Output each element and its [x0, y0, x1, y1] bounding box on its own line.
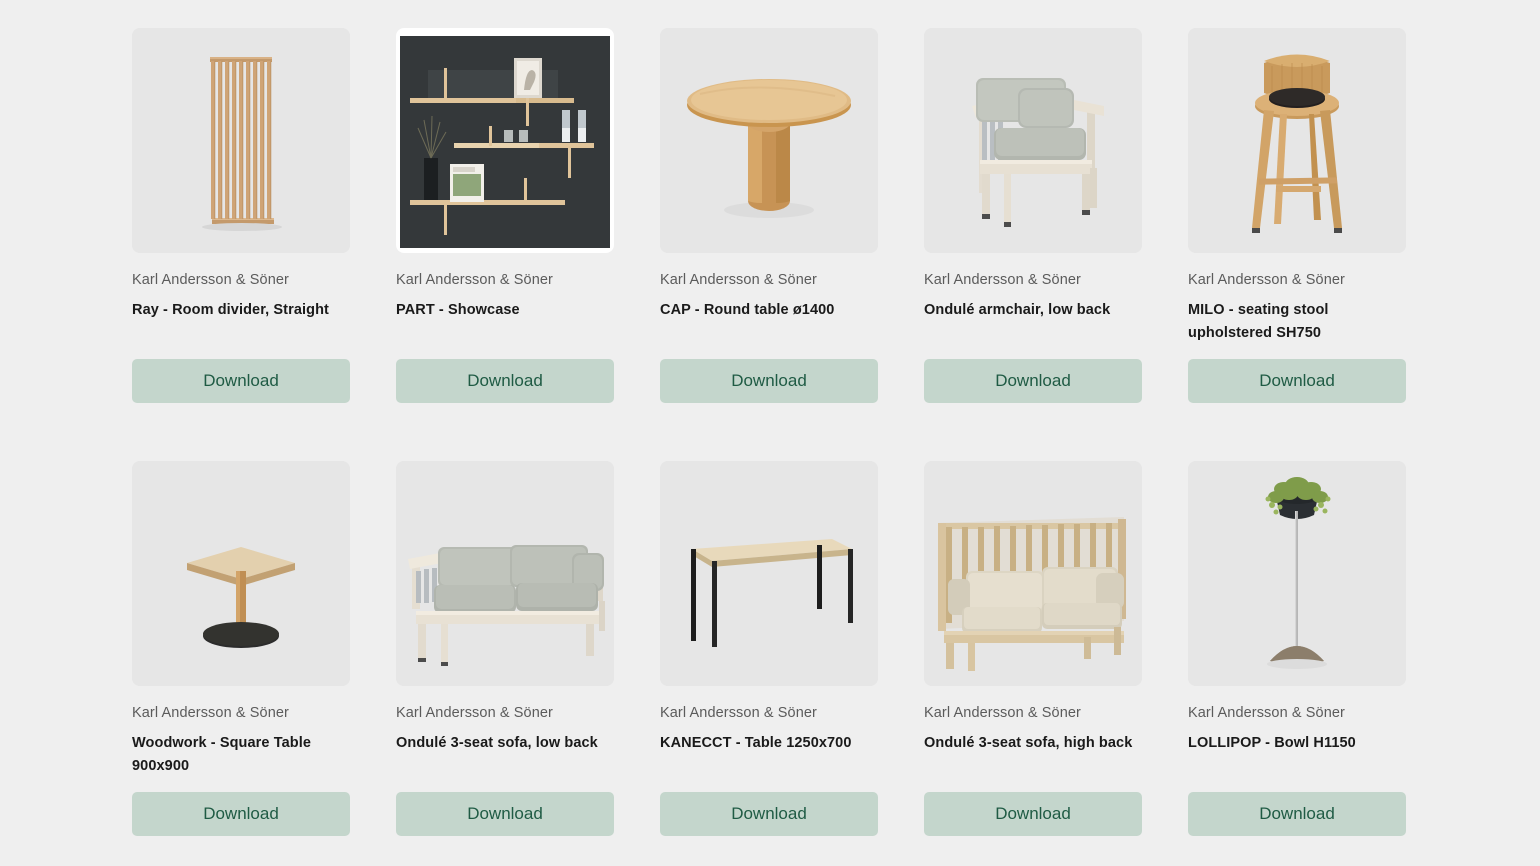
product-card: Karl Andersson & Söner KANECCT - Table 1…	[660, 461, 878, 837]
square-table-icon	[132, 461, 350, 687]
download-button[interactable]: Download	[132, 359, 350, 404]
product-brand: Karl Andersson & Söner	[396, 272, 553, 288]
product-image-ondule-sofa-low[interactable]	[396, 461, 614, 687]
product-title: Ray - Room divider, Straight	[132, 301, 329, 318]
download-button[interactable]: Download	[1188, 792, 1406, 837]
product-title: Ondulé armchair, low back	[924, 301, 1111, 318]
product-image-ondule-sofa-high[interactable]	[924, 461, 1142, 687]
product-brand: Karl Andersson & Söner	[660, 272, 817, 288]
round-table-icon	[660, 28, 878, 253]
product-card: Karl Andersson & Söner MILO - seating st…	[1188, 28, 1406, 404]
download-button[interactable]: Download	[1188, 359, 1406, 404]
plant-bowl-stand-icon	[1188, 461, 1406, 687]
product-card: Karl Andersson & Söner PART - Showcase D…	[396, 28, 614, 404]
armchair-icon	[924, 28, 1142, 253]
product-card: Karl Andersson & Söner CAP - Round table…	[660, 28, 878, 404]
product-card: Karl Andersson & Söner Ondulé 3-seat sof…	[924, 461, 1142, 837]
product-title: Woodwork - Square Table 900x900	[132, 735, 312, 775]
download-button[interactable]: Download	[660, 359, 878, 404]
download-button[interactable]: Download	[132, 792, 350, 837]
product-brand: Karl Andersson & Söner	[1188, 705, 1345, 722]
showcase-shelving-icon	[396, 28, 614, 253]
product-title: Ondulé 3-seat sofa, high back	[924, 735, 1133, 752]
product-image-part-showcase[interactable]	[396, 28, 614, 253]
product-image-round-table[interactable]	[660, 28, 878, 253]
product-image-woodwork-square-table[interactable]	[132, 461, 350, 687]
product-title: KANECCT - Table 1250x700	[660, 735, 852, 752]
row-separator	[132, 403, 1406, 461]
product-grid: Karl Andersson & Söner Ray - Room divide…	[0, 0, 1540, 837]
download-button[interactable]: Download	[924, 792, 1142, 837]
download-button[interactable]: Download	[396, 359, 614, 404]
product-brand: Karl Andersson & Söner	[132, 705, 289, 722]
product-title: Ondulé 3-seat sofa, low back	[396, 735, 598, 752]
product-brand: Karl Andersson & Söner	[1188, 272, 1345, 288]
sofa-low-back-icon	[396, 461, 614, 687]
download-button[interactable]: Download	[924, 359, 1142, 404]
product-image-lollipop-bowl[interactable]	[1188, 461, 1406, 687]
product-image-milo-stool[interactable]	[1188, 28, 1406, 253]
product-title: PART - Showcase	[396, 301, 520, 318]
product-brand: Karl Andersson & Söner	[924, 705, 1081, 722]
product-card: Karl Andersson & Söner LOLLIPOP - Bowl H…	[1188, 461, 1406, 837]
product-image-room-divider[interactable]	[132, 28, 350, 253]
product-card: Karl Andersson & Söner Ondulé 3-seat sof…	[396, 461, 614, 837]
product-title: MILO - seating stool upholstered SH750	[1188, 301, 1329, 342]
room-divider-icon	[132, 28, 350, 253]
product-title: CAP - Round table ø1400	[660, 301, 835, 318]
bar-stool-icon	[1188, 28, 1406, 253]
download-button[interactable]: Download	[660, 792, 878, 837]
product-card: Karl Andersson & Söner Ray - Room divide…	[132, 28, 350, 404]
product-card: Karl Andersson & Söner Woodwork - Square…	[132, 461, 350, 837]
product-card: Karl Andersson & Söner Ondulé armchair, …	[924, 28, 1142, 404]
product-image-ondule-armchair[interactable]	[924, 28, 1142, 253]
product-brand: Karl Andersson & Söner	[132, 272, 289, 288]
product-image-kanecct-table[interactable]	[660, 461, 878, 687]
sofa-high-back-icon	[924, 461, 1142, 687]
product-title: LOLLIPOP - Bowl H1150	[1188, 735, 1356, 752]
product-brand: Karl Andersson & Söner	[924, 272, 1081, 288]
product-brand: Karl Andersson & Söner	[396, 705, 553, 722]
product-brand: Karl Andersson & Söner	[660, 705, 817, 722]
rectangular-table-icon	[660, 461, 878, 687]
download-button[interactable]: Download	[396, 792, 614, 837]
